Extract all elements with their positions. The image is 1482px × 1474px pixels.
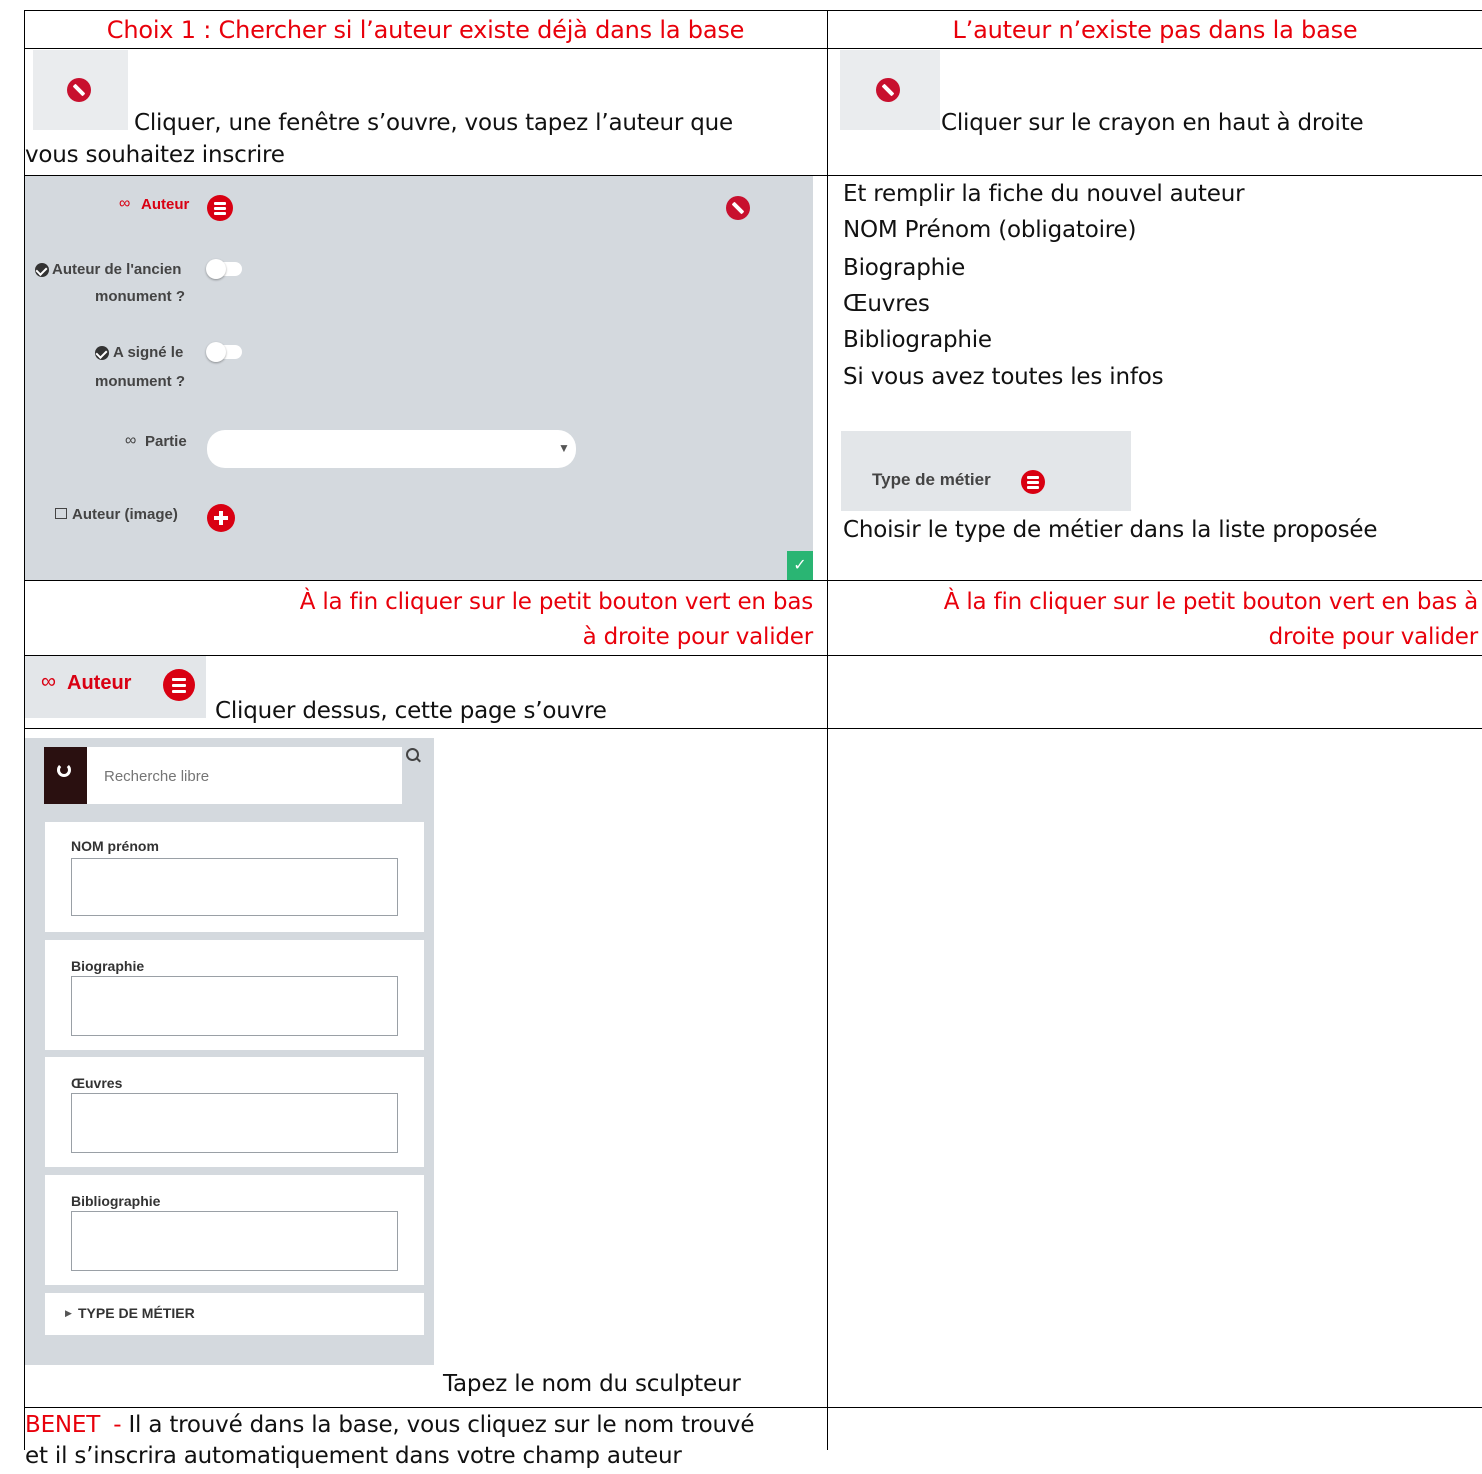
row3-right-line: NOM Prénom (obligatoire) [843,217,1137,243]
chevron-down-icon: ▼ [558,441,570,455]
found-author-name[interactable]: BENET [25,1412,100,1438]
triangle-right-icon: ▶ [65,1308,72,1318]
row4-left-line2: à droite pour valider [582,624,814,650]
check-icon: ✓ [793,557,807,574]
pencil-icon[interactable] [876,78,900,102]
auteur-label: Auteur [141,196,190,213]
row4-left-line1: À la fin cliquer sur le petit bouton ver… [299,589,813,615]
search-input[interactable] [102,765,386,787]
row3-right-line: Œuvres [843,291,930,317]
dash: - [113,1412,122,1438]
ancien-label-line2: monument ? [95,288,185,305]
oeuvres-input[interactable] [71,1093,398,1153]
search-bar [44,747,402,804]
row2-left-text-line2: vous souhaitez inscrire [25,142,285,168]
field-card-oeuvres: Œuvres [45,1057,424,1167]
pencil-button-screenshot [33,50,128,130]
check-circle-icon [35,263,49,277]
row2-right-text: Cliquer sur le crayon en haut à droite [941,110,1364,136]
menu-icon[interactable] [1021,470,1045,494]
field-label: Biographie [71,958,145,974]
left-column-heading: Choix 1 : Chercher si l’auteur existe dé… [106,16,745,44]
reset-button[interactable] [44,747,87,804]
field-card-nom: NOM prénom [45,822,424,932]
row3-right-after-text: Choisir le type de métier dans la liste … [843,517,1378,543]
link-icon: ∞ [119,195,131,212]
signe-toggle[interactable] [206,342,242,362]
pencil-icon[interactable] [726,196,750,220]
signe-label-line2: monument ? [95,373,185,390]
menu-icon[interactable] [163,669,195,701]
search-icon-handle [416,757,421,763]
right-column-heading: L’auteur n’existe pas dans la base [952,16,1358,44]
type-metier-screenshot: Type de métier [841,431,1131,511]
link-icon: ∞ [125,432,137,449]
search-panel: NOM prénom Biographie Œuvres Bibliograph… [25,738,434,1365]
image-label: Auteur (image) [72,506,178,523]
row-divider [24,655,1482,656]
row4-right-line1: À la fin cliquer sur le petit bouton ver… [943,589,1478,615]
link-icon: ∞ [41,670,56,693]
field-label: Œuvres [71,1075,123,1091]
row4-right-line2: droite pour valider [1268,624,1479,650]
partie-select[interactable]: ▼ [207,430,576,468]
row5-text: Cliquer dessus, cette page s’ouvre [215,698,607,724]
check-circle-icon [95,346,109,360]
field-label: Bibliographie [71,1193,161,1209]
partie-label: Partie [145,433,187,450]
auteur-label: Auteur [67,672,132,694]
table-border-top [24,10,1482,11]
type-metier-collapsible[interactable]: ▶ TYPE DE MÉTIER [45,1293,424,1335]
menu-icon[interactable] [207,195,233,221]
field-card-biographie: Biographie [45,940,424,1050]
table-column-divider [827,10,828,1450]
auteur-button-screenshot: ∞ Auteur [25,656,206,718]
row3-right-line: Et remplir la fiche du nouvel auteur [843,181,1245,207]
field-card-bibliographie: Bibliographie [45,1175,424,1285]
type-metier-label: TYPE DE MÉTIER [78,1305,195,1321]
signe-label-line1: A signé le [113,344,184,361]
pencil-button-screenshot [840,50,940,130]
pencil-icon[interactable] [67,78,91,102]
row2-left-text-line1: Cliquer, une fenêtre s’ouvre, vous tapez… [134,110,733,136]
field-label: NOM prénom [71,838,159,854]
row-divider [24,48,1482,49]
author-form-panel: ∞ Auteur Auteur de l'ancien monument ? A… [25,176,813,580]
image-icon [55,508,67,519]
bibliographie-input[interactable] [71,1211,398,1271]
row7-line1-text: Il a trouvé dans la base, vous cliquez s… [128,1412,755,1438]
ancien-label-line1: Auteur de l'ancien [52,261,182,278]
row3-right-line: Bibliographie [843,327,992,353]
validate-button[interactable]: ✓ [787,551,813,580]
row-divider [24,580,1482,581]
ancien-toggle[interactable] [206,259,242,279]
row7-line2: et il s’inscrira automatiquement dans vo… [25,1443,682,1469]
row3-right-line: Biographie [843,255,966,281]
nom-prenom-input[interactable] [71,858,398,916]
refresh-icon [57,763,71,777]
row3-right-line: Si vous avez toutes les infos [843,364,1164,390]
biographie-input[interactable] [71,976,398,1036]
search-panel-after-text: Tapez le nom du sculpteur [443,1371,741,1397]
type-metier-label: Type de métier [872,470,991,489]
add-image-icon[interactable] [207,504,235,532]
